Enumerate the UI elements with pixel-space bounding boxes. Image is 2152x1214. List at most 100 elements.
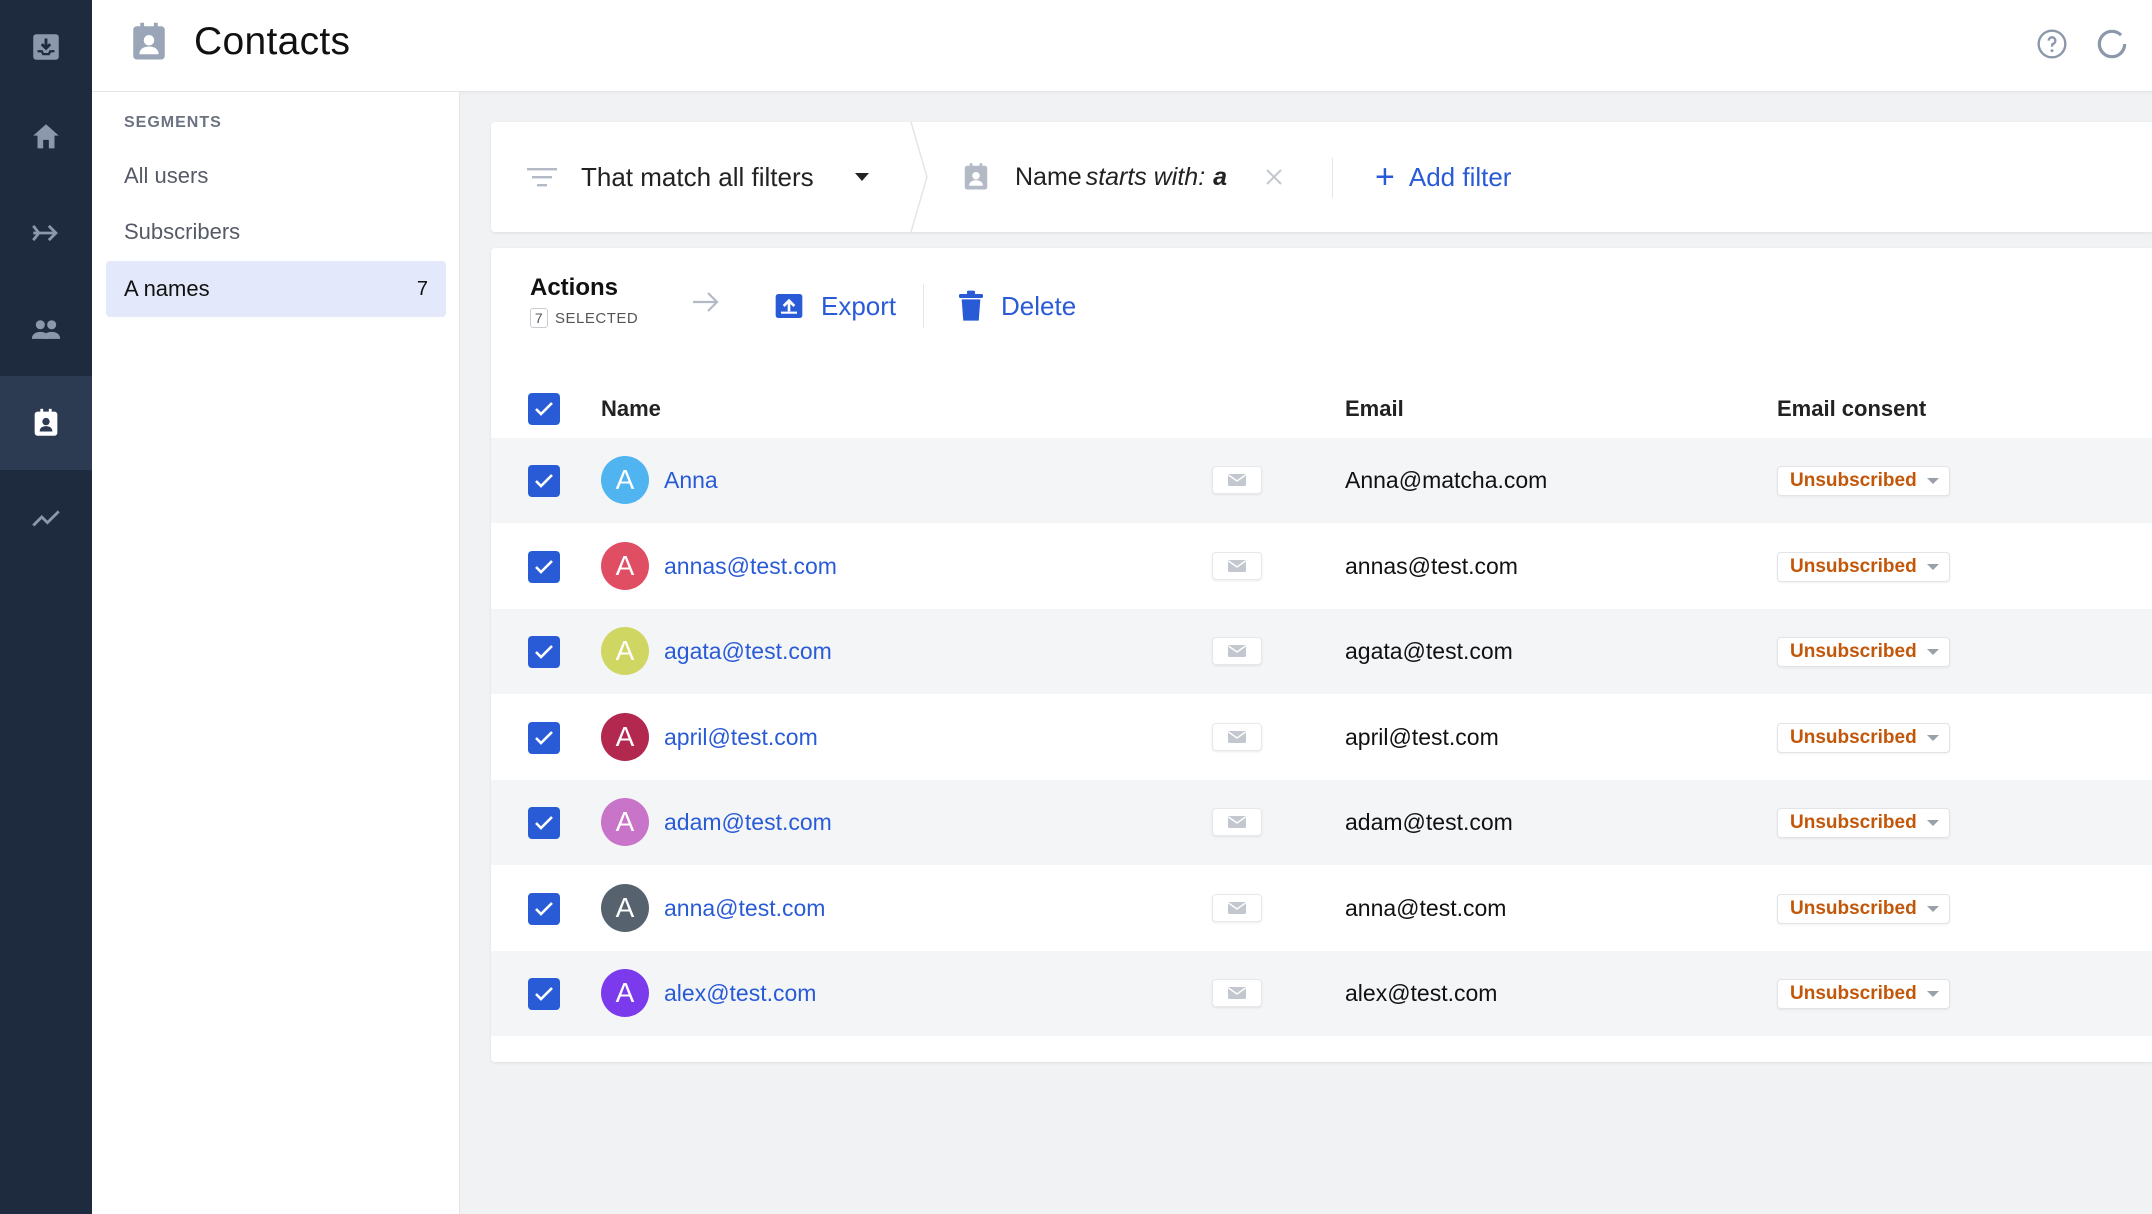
- contact-email: alex@test.com: [1345, 980, 1498, 1006]
- contact-name-link[interactable]: anna@test.com: [664, 866, 825, 951]
- row-checkbox[interactable]: [528, 892, 560, 925]
- divider: [1332, 158, 1333, 198]
- help-icon: [2037, 29, 2067, 59]
- filter-lines-icon: [527, 168, 557, 187]
- help-button[interactable]: [2034, 26, 2070, 62]
- column-header-consent[interactable]: Email consent: [1777, 382, 1926, 436]
- contact-email: anna@test.com: [1345, 894, 1507, 921]
- avatar: A: [601, 456, 649, 504]
- contact-name-link[interactable]: agata@test.com: [664, 609, 832, 694]
- table-row[interactable]: Aalex@test.com alex@test.com Unsubscribed: [491, 951, 2152, 1036]
- segment-label: A names: [124, 276, 210, 301]
- export-icon: [775, 294, 803, 318]
- caret-down-icon: [1926, 905, 1939, 912]
- consent-status: Unsubscribed: [1790, 897, 1917, 919]
- home-icon: [33, 124, 59, 149]
- segment-subscribers[interactable]: Subscribers: [106, 204, 446, 260]
- filter-chip[interactable]: Name starts with: a: [961, 122, 1283, 232]
- email-consent-dropdown[interactable]: Unsubscribed: [1777, 637, 1950, 667]
- consent-status: Unsubscribed: [1790, 555, 1917, 577]
- checkmark-icon: [535, 816, 553, 830]
- match-mode-dropdown[interactable]: That match all filters: [527, 122, 870, 232]
- row-checkbox[interactable]: [528, 636, 560, 668]
- column-header-email[interactable]: Email: [1345, 382, 1404, 436]
- delete-button[interactable]: Delete: [957, 288, 1076, 324]
- column-header-name[interactable]: Name: [601, 382, 661, 436]
- email-channel-badge: [1212, 466, 1262, 494]
- checkmark-icon: [535, 987, 553, 1001]
- mail-icon: [1228, 645, 1246, 657]
- email-channel-badge: [1212, 808, 1262, 836]
- email-channel-badge: [1212, 722, 1262, 751]
- rail-item-analytics[interactable]: [0, 470, 92, 564]
- segment-all-users[interactable]: All users: [106, 148, 446, 204]
- mail-icon: [1228, 987, 1246, 999]
- close-icon[interactable]: [1265, 168, 1283, 186]
- rail-item-inbox[interactable]: [0, 0, 92, 94]
- contacts-icon: [964, 163, 988, 190]
- rail-item-contacts[interactable]: [0, 376, 92, 470]
- segment-label: All users: [124, 163, 209, 188]
- spinner-icon: [2097, 29, 2127, 59]
- row-checkbox[interactable]: [528, 721, 560, 754]
- contact-name-link[interactable]: alex@test.com: [664, 951, 816, 1036]
- mail-icon: [1228, 901, 1246, 914]
- export-button[interactable]: Export: [773, 288, 896, 324]
- row-checkbox[interactable]: [528, 465, 560, 497]
- plus-icon: +: [1375, 158, 1395, 196]
- contact-name-link[interactable]: adam@test.com: [664, 780, 832, 865]
- select-all-checkbox[interactable]: [528, 393, 560, 425]
- table-row[interactable]: A Anna Anna@matcha.com Unsubscribed: [491, 438, 2152, 523]
- contact-email: adam@test.com: [1345, 809, 1513, 835]
- segment-a-names[interactable]: A names 7: [106, 261, 446, 317]
- avatar: A: [601, 541, 649, 590]
- table-row[interactable]: Aanna@test.com anna@test.com Unsubscribed: [491, 866, 2152, 951]
- table-row[interactable]: Aannas@test.com annas@test.com Unsubscribe…: [491, 524, 2152, 609]
- checkmark-icon: [535, 402, 553, 416]
- add-filter-button[interactable]: + Add filter: [1375, 122, 1511, 232]
- filter-value: a: [1213, 162, 1228, 191]
- caret-down-icon: [1926, 478, 1939, 484]
- email-consent-dropdown[interactable]: Unsubscribed: [1777, 979, 1950, 1009]
- contact-email: Anna@matcha.com: [1345, 467, 1548, 493]
- caret-down-icon: [1926, 563, 1939, 570]
- consent-status: Unsubscribed: [1790, 641, 1917, 662]
- chevron-divider: [910, 122, 928, 232]
- flows-arrow-icon: [32, 224, 58, 242]
- avatar: A: [601, 883, 649, 932]
- checkmark-icon: [535, 559, 553, 574]
- email-consent-dropdown[interactable]: Unsubscribed: [1777, 808, 1950, 838]
- row-checkbox[interactable]: [528, 807, 560, 839]
- loading-spinner: [2094, 26, 2130, 62]
- checkmark-icon: [535, 901, 553, 916]
- row-checkbox[interactable]: [528, 550, 560, 583]
- segments-heading: SEGMENTS: [124, 114, 222, 131]
- checkmark-icon: [535, 474, 553, 488]
- actions-title: Actions: [530, 274, 619, 301]
- table-row[interactable]: Aadam@test.com adam@test.com Unsubscribed: [491, 780, 2152, 865]
- segments-panel: SEGMENTS All users Subscribers A names 7: [92, 92, 460, 1214]
- caret-down-icon: [1926, 649, 1939, 655]
- contact-name-link[interactable]: april@test.com: [664, 695, 818, 780]
- export-label: Export: [821, 290, 897, 321]
- email-consent-dropdown[interactable]: Unsubscribed: [1777, 893, 1950, 924]
- checkmark-icon: [535, 730, 553, 745]
- email-consent-dropdown[interactable]: Unsubscribed: [1777, 551, 1950, 582]
- consent-status: Unsubscribed: [1790, 470, 1917, 491]
- email-channel-badge: [1212, 979, 1262, 1007]
- rail-item-flows[interactable]: [0, 186, 92, 280]
- email-consent-dropdown[interactable]: Unsubscribed: [1777, 722, 1950, 753]
- users-icon: [31, 320, 61, 339]
- rail-item-audience[interactable]: [0, 282, 92, 376]
- contact-name-link[interactable]: annas@test.com: [664, 524, 837, 609]
- contact-name-link[interactable]: Anna: [664, 438, 718, 523]
- row-checkbox[interactable]: [528, 978, 560, 1010]
- caret-down-icon: [1926, 820, 1939, 826]
- table-row[interactable]: Aagata@test.com agata@test.com Unsubscribe…: [491, 609, 2152, 694]
- mail-icon: [1228, 474, 1246, 486]
- table-row[interactable]: Aapril@test.com april@test.com Unsubscribe…: [491, 695, 2152, 780]
- mail-icon: [1228, 816, 1246, 828]
- email-consent-dropdown[interactable]: Unsubscribed: [1777, 466, 1950, 496]
- rail-item-home[interactable]: [0, 90, 92, 184]
- selected-count: 7 SELECTED: [530, 308, 638, 328]
